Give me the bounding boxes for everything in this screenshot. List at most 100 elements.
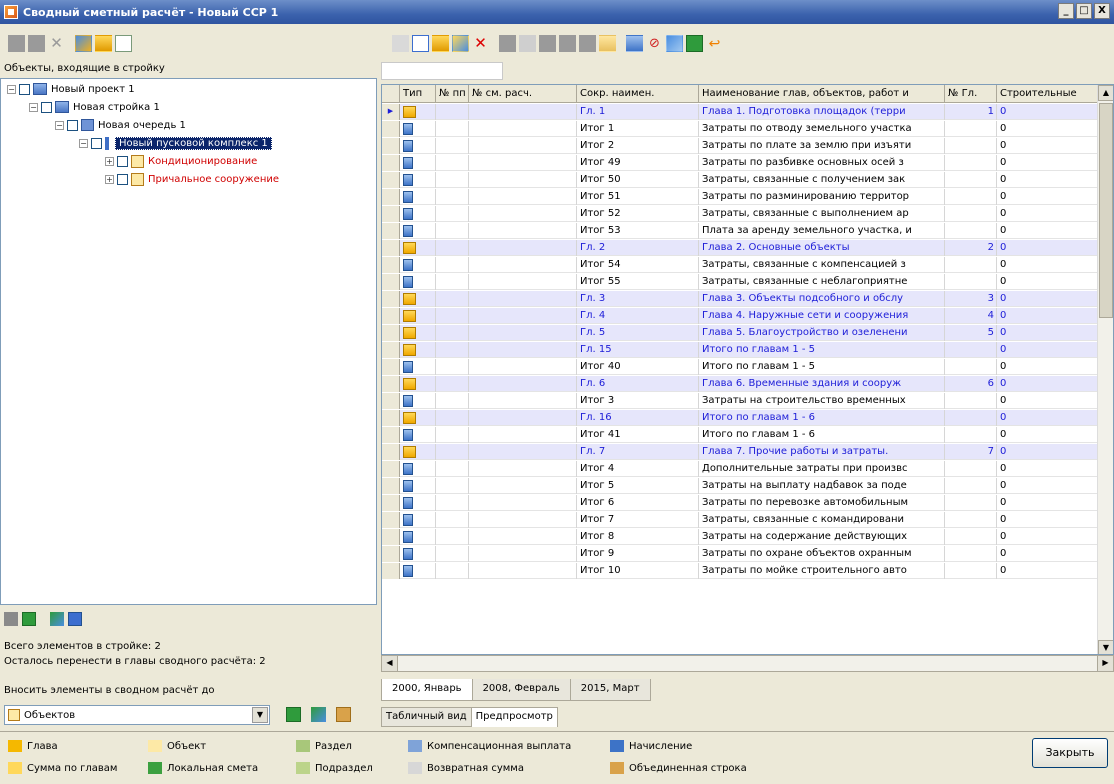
calc-number-cell[interactable]: [469, 427, 577, 443]
tab-preview[interactable]: Предпросмотр: [470, 707, 558, 727]
type-cell[interactable]: [400, 546, 436, 562]
calc-number-cell[interactable]: [469, 342, 577, 358]
calc-number-cell[interactable]: [469, 359, 577, 375]
table-row[interactable]: Итог 53 Плата за аренду земельного участк…: [382, 223, 1099, 239]
column-header-pp[interactable]: № пп: [436, 85, 469, 103]
pp-cell[interactable]: [436, 461, 469, 477]
construction-cost-cell[interactable]: 0: [997, 325, 1099, 341]
calc-number-cell[interactable]: [469, 495, 577, 511]
pp-cell[interactable]: [436, 223, 469, 239]
type-cell[interactable]: [400, 121, 436, 137]
name-cell[interactable]: Глава 5. Благоустройство и озеленени: [699, 325, 945, 341]
calc-number-cell[interactable]: [469, 257, 577, 273]
type-cell[interactable]: [400, 461, 436, 477]
type-cell[interactable]: [400, 223, 436, 239]
name-cell[interactable]: Глава 1. Подготовка площадок (терри: [699, 104, 945, 120]
table-row[interactable]: Итог 10 Затраты по мойке строительного ав…: [382, 563, 1099, 579]
table-row[interactable]: Гл. 6 Глава 6. Временные здания и сооруж 6…: [382, 376, 1099, 392]
chapter-number-cell[interactable]: [945, 189, 997, 205]
refresh-icon[interactable]: ↩: [706, 35, 723, 52]
link-icon[interactable]: ⊘: [646, 35, 663, 52]
calc-number-cell[interactable]: [469, 189, 577, 205]
chapter-number-cell[interactable]: [945, 257, 997, 273]
pp-cell[interactable]: [436, 478, 469, 494]
pp-cell[interactable]: [436, 495, 469, 511]
scroll-right-icon[interactable]: ▶: [1097, 656, 1113, 671]
chapter-number-cell[interactable]: [945, 206, 997, 222]
short-name-cell[interactable]: Итог 1: [577, 121, 699, 137]
short-name-cell[interactable]: Гл. 15: [577, 342, 699, 358]
vertical-scrollbar[interactable]: ▲ ▼: [1097, 85, 1113, 654]
pp-cell[interactable]: [436, 121, 469, 137]
name-cell[interactable]: Затраты, связанные с командировани: [699, 512, 945, 528]
table-row[interactable]: Итог 8 Затраты на содержание действующих 0: [382, 529, 1099, 545]
save-icon[interactable]: [68, 612, 82, 626]
short-name-cell[interactable]: Итог 3: [577, 393, 699, 409]
transfer-icon[interactable]: [311, 707, 326, 722]
box-icon[interactable]: [336, 707, 351, 722]
checkbox[interactable]: [41, 101, 52, 113]
object-tree[interactable]: − Новый проект 1 − Новая стройка 1 − Нов…: [0, 78, 377, 605]
scroll-thumb[interactable]: [1099, 103, 1113, 318]
column-header-calc[interactable]: № см. расч.: [469, 85, 577, 103]
edit-icon[interactable]: [28, 34, 45, 52]
pp-cell[interactable]: [436, 444, 469, 460]
calc-number-cell[interactable]: [469, 325, 577, 341]
type-cell[interactable]: [400, 495, 436, 511]
pp-cell[interactable]: [436, 291, 469, 307]
calc-number-cell[interactable]: [469, 461, 577, 477]
tab-period-2000[interactable]: 2000, Январь: [381, 679, 473, 701]
short-name-cell[interactable]: Гл. 4: [577, 308, 699, 324]
copy-icon[interactable]: [499, 34, 516, 52]
delete-icon[interactable]: ✕: [48, 35, 65, 52]
name-cell[interactable]: Глава 3. Объекты подсобного и обслу: [699, 291, 945, 307]
chapter-number-cell[interactable]: [945, 172, 997, 188]
pp-cell[interactable]: [436, 393, 469, 409]
type-cell[interactable]: [400, 342, 436, 358]
chapter-number-cell[interactable]: [945, 155, 997, 171]
calc-number-cell[interactable]: [469, 393, 577, 409]
pp-cell[interactable]: [436, 155, 469, 171]
type-cell[interactable]: [400, 359, 436, 375]
calc-number-cell[interactable]: [469, 376, 577, 392]
pp-cell[interactable]: [436, 274, 469, 290]
name-cell[interactable]: Затраты, связанные с получением зак: [699, 172, 945, 188]
name-cell[interactable]: Затраты по охране объектов охранным: [699, 546, 945, 562]
name-cell[interactable]: Итого по главам 1 - 5: [699, 342, 945, 358]
calc-icon[interactable]: [286, 707, 301, 722]
transfer-icon[interactable]: [50, 612, 64, 626]
chapter-number-cell[interactable]: [945, 121, 997, 137]
name-cell[interactable]: Затраты по плате за землю при изъяти: [699, 138, 945, 154]
pp-cell[interactable]: [436, 376, 469, 392]
construction-cost-cell[interactable]: 0: [997, 155, 1099, 171]
chapter-number-cell[interactable]: [945, 495, 997, 511]
collapse-icon[interactable]: −: [55, 120, 64, 130]
calc-number-cell[interactable]: [469, 104, 577, 120]
construction-cost-cell[interactable]: 0: [997, 291, 1099, 307]
type-cell[interactable]: [400, 376, 436, 392]
construction-cost-cell[interactable]: 0: [997, 257, 1099, 273]
calc-number-cell[interactable]: [469, 308, 577, 324]
tree-node-queue[interactable]: − Новая очередь 1: [55, 117, 186, 133]
type-cell[interactable]: [400, 325, 436, 341]
construction-cost-cell[interactable]: 0: [997, 427, 1099, 443]
pp-cell[interactable]: [436, 563, 469, 579]
short-name-cell[interactable]: Гл. 7: [577, 444, 699, 460]
add-icon[interactable]: [8, 34, 25, 52]
short-name-cell[interactable]: Гл. 2: [577, 240, 699, 256]
short-name-cell[interactable]: Итог 8: [577, 529, 699, 545]
window-titlebar[interactable]: Сводный сметный расчёт - Новый ССР 1 _ □…: [0, 0, 1114, 24]
name-cell[interactable]: Глава 7. Прочие работы и затраты.: [699, 444, 945, 460]
chapter-number-cell[interactable]: [945, 461, 997, 477]
calc-number-cell[interactable]: [469, 444, 577, 460]
name-cell[interactable]: Итого по главам 1 - 6: [699, 427, 945, 443]
calc-number-cell[interactable]: [469, 291, 577, 307]
type-cell[interactable]: [400, 189, 436, 205]
minimize-button[interactable]: _: [1058, 3, 1074, 19]
pp-cell[interactable]: [436, 427, 469, 443]
chapter-number-cell[interactable]: [945, 546, 997, 562]
name-cell[interactable]: Затраты по разбивке основных осей з: [699, 155, 945, 171]
pp-cell[interactable]: [436, 410, 469, 426]
short-name-cell[interactable]: Гл. 5: [577, 325, 699, 341]
construction-cost-cell[interactable]: 0: [997, 308, 1099, 324]
